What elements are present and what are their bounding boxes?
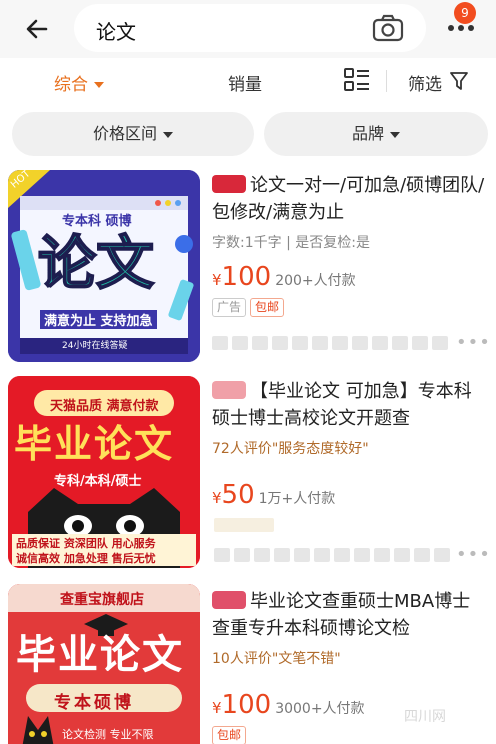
- product-info: 毕业论文查重硕士MBA博士查重专升本科硕博论文检 10人评价"文笔不错" ¥10…: [212, 588, 488, 744]
- shop-logo-icon: [212, 591, 246, 609]
- thumb-feature-line-2: 诚信高效 加急处理 售后无忧: [16, 552, 156, 565]
- more-options-icon[interactable]: •••: [456, 544, 491, 565]
- thumb-top-banner: 天猫品质 满意付款: [50, 399, 159, 414]
- brand-filter[interactable]: 品牌: [264, 112, 488, 156]
- product-price: 50: [221, 480, 255, 510]
- shop-info-blurred: [214, 548, 450, 562]
- thumb-headline: 毕业论文: [14, 422, 175, 466]
- shop-logo-icon: [212, 381, 246, 399]
- thumb-footer: 24小时在线答疑: [62, 341, 128, 351]
- thumb-slogan: 满意为止 支持加急: [40, 310, 157, 329]
- thumb-headline: 毕业论文: [16, 632, 184, 678]
- product-title-text: 毕业论文查重硕士MBA博士查重专升本科硕博论文检: [212, 591, 471, 639]
- thumb-subtitle: 专科/本科/硕士: [54, 474, 142, 489]
- currency-symbol: ¥: [212, 699, 222, 717]
- buyer-count: 200+人付款: [275, 273, 356, 289]
- product-title[interactable]: 毕业论文查重硕士MBA博士查重专升本科硕博论文检: [212, 588, 488, 642]
- product-title[interactable]: 【毕业论文 可加急】专本科硕士博士高校论文开题查: [212, 378, 488, 432]
- sort-tab-sales[interactable]: 销量: [228, 70, 262, 95]
- tag-row: 包邮: [212, 724, 488, 744]
- funnel-icon[interactable]: [450, 71, 468, 91]
- product-title[interactable]: 论文一对一/可加急/硕博团队/包修改/满意为止: [212, 172, 488, 226]
- watermark: 四川网: [404, 709, 446, 725]
- price-row: ¥100 200+人付款: [212, 262, 488, 292]
- caret-down-icon: [390, 131, 400, 138]
- buyer-count: 3000+人付款: [275, 701, 365, 717]
- currency-symbol: ¥: [212, 489, 222, 507]
- product-price: 100: [221, 690, 272, 720]
- notification-badge: 9: [454, 2, 476, 24]
- filter-button[interactable]: 筛选: [408, 70, 442, 95]
- more-options-icon[interactable]: •••: [456, 332, 491, 353]
- sort-tab-comprehensive[interactable]: 综合: [54, 70, 104, 95]
- product-info: 论文一对一/可加急/硕博团队/包修改/满意为止 字数:1千字 | 是否复检:是 …: [212, 172, 488, 317]
- filter-label: 筛选: [408, 75, 442, 95]
- review-highlight: 10人评价"文笔不错": [212, 651, 341, 667]
- product-card[interactable]: 天猫品质 满意付款 毕业论文 专科/本科/硕士 品质保证 资深团队 用心服务 诚…: [0, 374, 496, 574]
- product-info: 【毕业论文 可加急】专本科硕士博士高校论文开题查 72人评价"服务态度较好" ¥…: [212, 378, 488, 510]
- ad-tag: 广告: [212, 298, 247, 317]
- product-specs: 字数:1千字 | 是否复检:是: [212, 235, 370, 251]
- top-bar: 论文 9: [0, 0, 496, 58]
- product-card[interactable]: HOT 专本科 硕博 论文 满意为止 支持加急 24小时在线答疑 论文一对一/可…: [0, 168, 496, 368]
- price-range-filter[interactable]: 价格区间: [12, 112, 254, 156]
- product-title-text: 论文一对一/可加急/硕博团队/包修改/满意为止: [212, 175, 485, 223]
- shop-logo-icon: [212, 175, 246, 193]
- free-shipping-tag: 包邮: [250, 298, 285, 317]
- shop-info-blurred: [212, 336, 448, 350]
- sort-bar: 综合 销量 筛选: [0, 58, 496, 104]
- divider: [386, 70, 387, 92]
- price-row: ¥50 1万+人付款: [212, 480, 488, 510]
- price-row: ¥100 3000+人付款: [212, 690, 488, 720]
- caret-down-icon: [94, 82, 104, 88]
- search-query-text: 论文: [96, 20, 136, 44]
- buyer-count: 1万+人付款: [258, 491, 336, 507]
- currency-symbol: ¥: [212, 271, 222, 289]
- thumb-subtitle: 专本科 硕博: [62, 214, 132, 229]
- product-price: 100: [221, 262, 272, 292]
- caret-down-icon: [163, 131, 173, 138]
- product-thumbnail[interactable]: 查重宝旗舰店 毕业论文 专本硕博 论文检测 专业不限: [8, 584, 200, 744]
- thumb-footer: 论文检测 专业不限: [62, 728, 154, 741]
- search-input[interactable]: 论文: [74, 4, 426, 52]
- product-thumbnail[interactable]: 天猫品质 满意付款 毕业论文 专科/本科/硕士 品质保证 资深团队 用心服务 诚…: [8, 376, 200, 568]
- thumb-feature-line-1: 品质保证 资深团队 用心服务: [16, 537, 156, 550]
- product-thumbnail[interactable]: HOT 专本科 硕博 论文 满意为止 支持加急 24小时在线答疑: [8, 170, 200, 362]
- product-title-text: 【毕业论文 可加急】专本科硕士博士高校论文开题查: [212, 381, 472, 429]
- free-shipping-tag: 包邮: [212, 726, 247, 744]
- review-highlight: 72人评价"服务态度较好": [212, 441, 369, 457]
- camera-icon[interactable]: [372, 14, 404, 42]
- sort-tab-label: 销量: [228, 75, 262, 95]
- back-arrow-icon[interactable]: [20, 12, 54, 46]
- tag-row: 广告 包邮: [212, 296, 488, 317]
- filter-pill-label: 价格区间: [92, 124, 157, 143]
- tags-blurred: [214, 518, 274, 532]
- sort-tab-label: 综合: [54, 75, 88, 95]
- thumb-headline: 论文: [37, 229, 155, 297]
- thumb-subtitle: 专本硕博: [54, 693, 134, 713]
- product-card[interactable]: 查重宝旗舰店 毕业论文 专本硕博 论文检测 专业不限 毕业论文查重硕士MBA博士…: [0, 580, 496, 744]
- thumb-shop-name: 查重宝旗舰店: [60, 592, 144, 608]
- layout-toggle-icon[interactable]: [344, 68, 370, 92]
- filter-pill-label: 品牌: [351, 124, 384, 143]
